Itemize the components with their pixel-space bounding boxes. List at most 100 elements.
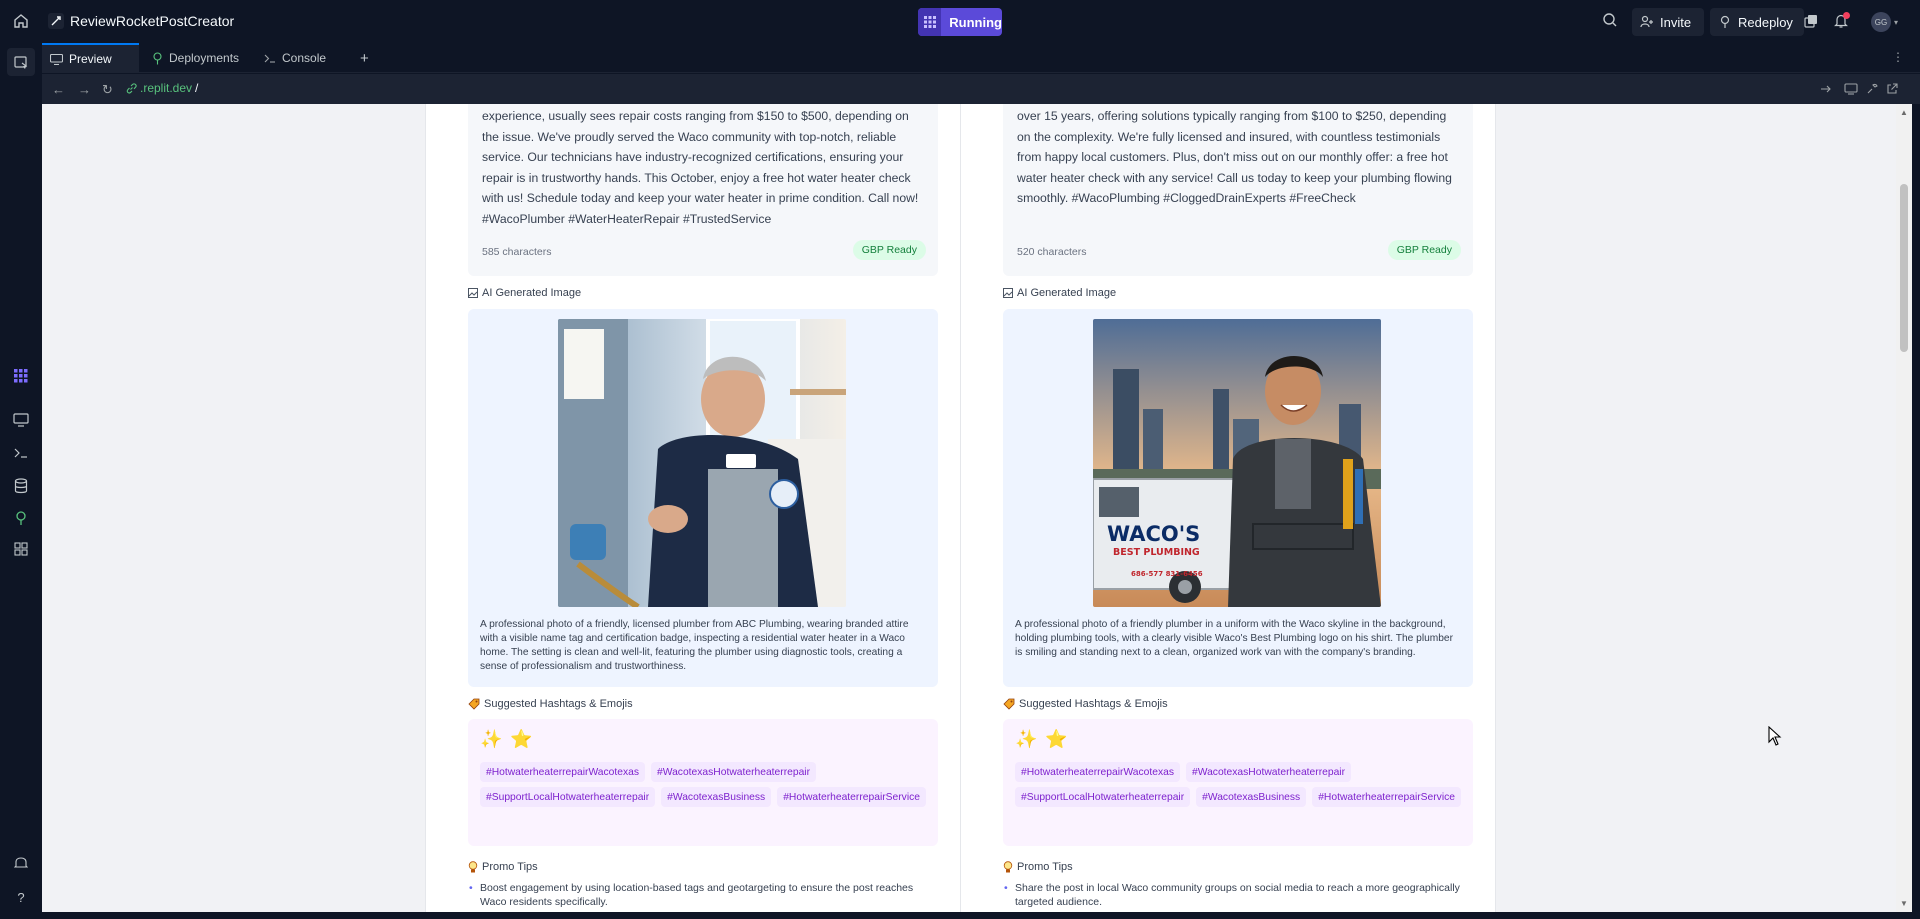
van-logo-sub: BEST PLUMBING — [1113, 547, 1200, 558]
hashtag-chip[interactable]: #HotwaterheaterrepairService — [777, 787, 926, 807]
file-tree-icon[interactable] — [7, 48, 35, 76]
home-icon[interactable] — [12, 12, 30, 30]
emoji-row: ✨ ⭐ — [480, 729, 533, 750]
section-heading: Promo Tips — [468, 861, 538, 873]
tab-label: Preview — [69, 52, 112, 66]
invite-label: Invite — [1660, 14, 1692, 30]
all-tools-icon[interactable] — [13, 541, 29, 557]
image-box: A professional photo of a friendly, lice… — [468, 309, 938, 687]
top-bar: ReviewRocketPostCreator Running Invite R… — [0, 0, 1920, 43]
hashtag-chip[interactable]: #HotwaterheaterrepairWacotexas — [1015, 762, 1181, 782]
search-icon[interactable] — [1602, 12, 1618, 28]
post-card: over 15 years, offering solutions typica… — [960, 104, 1496, 912]
open-arrow-icon[interactable] — [1820, 83, 1832, 95]
post-text: experience, usually sees repair costs ra… — [482, 109, 919, 226]
tab-bar: Preview Deployments Console + ⋮ — [42, 43, 1920, 73]
hashtag-chip[interactable]: #WacotexasHotwaterheaterrepair — [1186, 762, 1352, 782]
url-bar: ← → ↻ .replit.dev / — [42, 74, 1920, 104]
hashtag-chip[interactable]: #HotwaterheaterrepairService — [1312, 787, 1461, 807]
hashtag-heading: Suggested Hashtags & Emojis — [484, 698, 633, 710]
hashtag-box: ✨ ⭐ #HotwaterheaterrepairWacotexas #Waco… — [1003, 719, 1473, 846]
lightbulb-icon — [468, 861, 478, 873]
van-logo: WACO'S — [1107, 522, 1200, 546]
scroll-thumb[interactable] — [1900, 184, 1908, 352]
monitor-icon — [50, 53, 63, 65]
section-heading: Promo Tips — [1003, 861, 1073, 873]
promo-tip: Boost engagement by using location-based… — [468, 881, 938, 909]
star-icon: ⭐ — [1045, 729, 1068, 749]
hashtag-list: #HotwaterheaterrepairWacotexas #Wacotexa… — [480, 762, 930, 807]
grid-icon — [918, 8, 942, 36]
tab-console[interactable]: Console — [256, 43, 356, 73]
hashtag-heading: Suggested Hashtags & Emojis — [1019, 698, 1168, 710]
mouse-cursor-icon — [1768, 726, 1782, 746]
scroll-down-icon[interactable]: ▼ — [1900, 899, 1908, 908]
app-icon — [48, 13, 64, 29]
back-icon[interactable]: ← — [52, 82, 65, 97]
hashtag-chip[interactable]: #SupportLocalHotwaterheaterrepair — [480, 787, 656, 807]
external-link-icon[interactable] — [1886, 83, 1898, 95]
post-text-box: over 15 years, offering solutions typica… — [1003, 104, 1473, 276]
section-heading: Suggested Hashtags & Emojis — [1003, 698, 1168, 710]
status-badge: GBP Ready — [852, 240, 926, 260]
device-icon[interactable] — [1844, 83, 1858, 95]
database-icon[interactable] — [13, 478, 29, 494]
tab-deployments[interactable]: Deployments — [144, 43, 244, 73]
section-heading: AI Generated Image — [1003, 287, 1116, 299]
tab-label: Deployments — [169, 51, 240, 65]
chevron-down-icon[interactable]: ▾ — [1894, 18, 1898, 27]
left-rail: ? — [0, 43, 42, 919]
generated-image[interactable]: WACO'S BEST PLUMBING 686-577 831-6456 — [1093, 319, 1381, 607]
scroll-up-icon[interactable]: ▲ — [1900, 108, 1908, 117]
invite-button[interactable]: Invite — [1632, 8, 1704, 36]
run-label: Running — [949, 14, 1002, 30]
avatar[interactable]: GG — [1871, 12, 1891, 32]
url-path: / — [195, 81, 199, 95]
image-caption: A professional photo of a friendly, lice… — [480, 619, 909, 672]
image-heading: AI Generated Image — [1017, 287, 1117, 299]
hashtag-chip[interactable]: #HotwaterheaterrepairWacotexas — [480, 762, 646, 782]
deploy-icon — [152, 51, 163, 65]
terminal-icon[interactable] — [13, 445, 29, 461]
generated-image[interactable] — [558, 319, 846, 607]
run-button[interactable]: Running — [918, 8, 1002, 36]
copy-icon[interactable] — [1804, 14, 1818, 28]
monitor-icon[interactable] — [13, 412, 29, 428]
emoji-row: ✨ ⭐ — [1015, 729, 1068, 750]
wrench-icon[interactable] — [1866, 83, 1878, 95]
hashtag-chip[interactable]: #WacotexasBusiness — [1196, 787, 1307, 807]
hashtag-chip[interactable]: #WacotexasBusiness — [661, 787, 772, 807]
url-field[interactable]: .replit.dev / — [126, 81, 198, 95]
tips-heading: Promo Tips — [1017, 861, 1073, 873]
tab-label: Console — [282, 51, 327, 65]
alerts-icon[interactable] — [13, 855, 29, 871]
deployments-icon[interactable] — [13, 510, 29, 526]
scrollbar[interactable]: ▲ ▼ — [1896, 104, 1912, 912]
van-phone: 686-577 831-6456 — [1131, 570, 1203, 578]
deploy-icon — [1718, 15, 1732, 29]
status-badge: GBP Ready — [1387, 240, 1461, 260]
star-icon: ⭐ — [510, 729, 533, 749]
sparkles-icon: ✨ — [1015, 729, 1038, 749]
more-options-icon[interactable]: ⋮ — [1892, 50, 1904, 64]
hashtag-chip[interactable]: #SupportLocalHotwaterheaterrepair — [1015, 787, 1191, 807]
terminal-icon — [264, 53, 276, 64]
tips-heading: Promo Tips — [482, 861, 538, 873]
url-host: .replit.dev — [140, 81, 193, 95]
link-icon — [126, 82, 137, 94]
help-icon[interactable]: ? — [13, 889, 29, 905]
redeploy-button[interactable]: Redeploy — [1710, 8, 1804, 36]
forward-icon[interactable]: → — [78, 82, 91, 97]
section-heading: AI Generated Image — [468, 287, 581, 299]
add-user-icon — [1640, 15, 1654, 29]
image-heading: AI Generated Image — [482, 287, 582, 299]
app-title[interactable]: ReviewRocketPostCreator — [70, 13, 234, 29]
post-text-box: experience, usually sees repair costs ra… — [468, 104, 938, 276]
tab-preview[interactable]: Preview — [42, 43, 139, 73]
promo-tip: Share the post in local Waco community g… — [1003, 881, 1473, 909]
sparkles-icon: ✨ — [480, 729, 503, 749]
refresh-icon[interactable]: ↻ — [102, 82, 113, 98]
hashtag-chip[interactable]: #WacotexasHotwaterheaterrepair — [651, 762, 817, 782]
apps-grid-icon[interactable] — [13, 368, 29, 384]
add-tab-icon[interactable]: + — [360, 50, 369, 67]
